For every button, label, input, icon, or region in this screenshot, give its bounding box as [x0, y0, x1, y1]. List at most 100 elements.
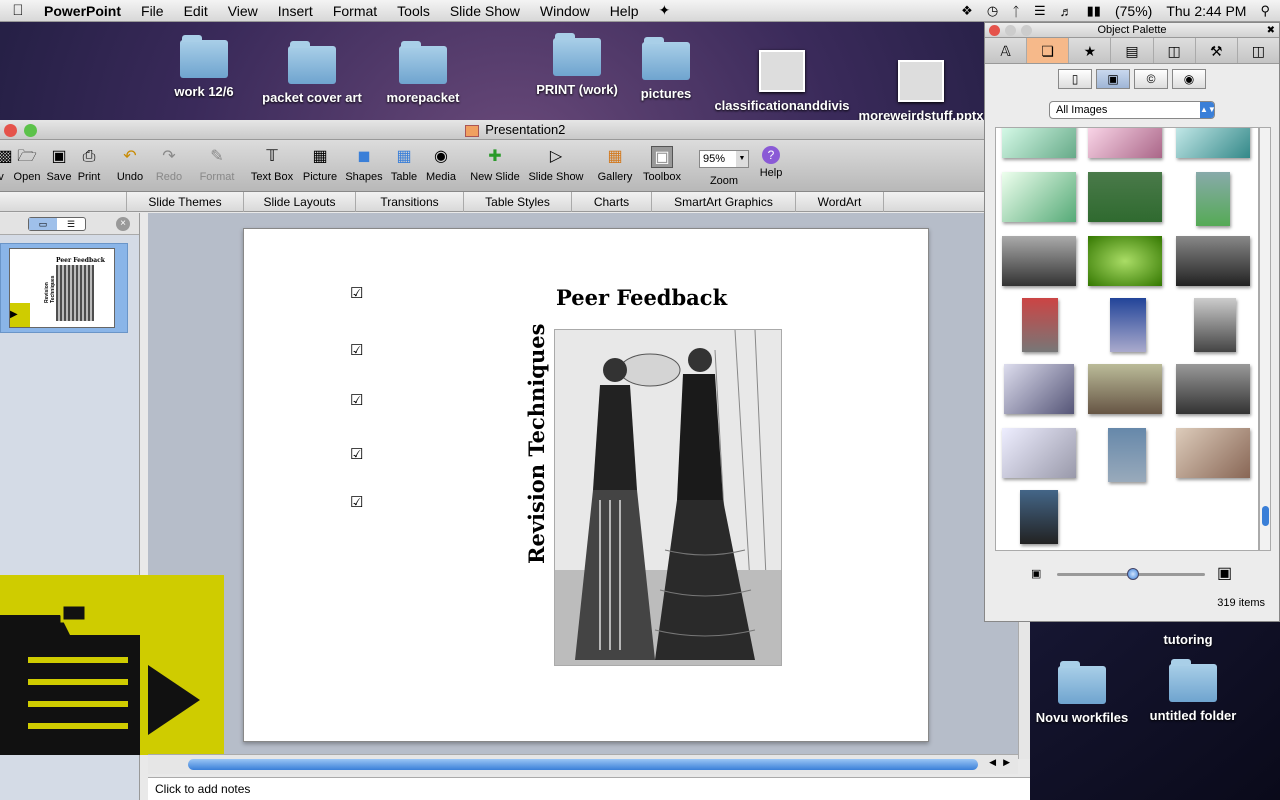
bluetooth-icon[interactable]: ᛏ	[1012, 4, 1020, 19]
new-button[interactable]: ▩ v	[0, 144, 13, 183]
tab-wordart[interactable]: WordArt	[796, 192, 884, 212]
image-gallery-grid[interactable]	[995, 127, 1259, 551]
wifi-icon[interactable]: ☰	[1034, 3, 1046, 19]
symbols-view-button[interactable]: ©	[1134, 69, 1168, 89]
menu-view[interactable]: View	[218, 3, 268, 19]
tab-slide-themes[interactable]: Slide Themes	[126, 192, 244, 212]
slide-show-button[interactable]: ▷ Slide Show	[526, 144, 586, 183]
apple-menu-icon[interactable]: 	[0, 2, 36, 19]
slider-knob[interactable]	[1127, 568, 1139, 580]
scroll-left-arrow-icon[interactable]: ◀	[989, 757, 996, 768]
desktop-folder-morepacket[interactable]: morepacket	[363, 41, 483, 105]
clip-art-thumbnail[interactable]	[1176, 428, 1250, 478]
clock[interactable]: Thu 2:44 PM	[1166, 3, 1246, 19]
slide-canvas[interactable]: ☑ ☑ ☑ ☑ ☑ Peer Feedback Revision Techniq…	[243, 228, 929, 742]
clip-art-thumbnail[interactable]	[1004, 364, 1074, 414]
help-button[interactable]: ? Help	[756, 144, 786, 179]
bullet-checkbox[interactable]: ☑	[350, 445, 363, 463]
slides-view-toggle[interactable]: ▭ ☰	[28, 217, 86, 231]
close-palette-button[interactable]	[989, 25, 1000, 36]
zoom-window-button[interactable]	[24, 124, 37, 137]
shapes-view-button[interactable]: ▯	[1058, 69, 1092, 89]
large-thumbnail-icon[interactable]: ▣	[1217, 563, 1232, 583]
clip-art-thumbnail[interactable]	[1194, 298, 1236, 352]
clip-art-thumbnail[interactable]	[1002, 428, 1076, 478]
tab-formatting-palette[interactable]: 𝔸	[985, 38, 1028, 63]
script-menu-icon[interactable]: ✦	[648, 2, 680, 19]
bullet-checkbox[interactable]: ☑	[350, 284, 363, 302]
media-button[interactable]: ◉ Media	[424, 144, 458, 183]
menu-help[interactable]: Help	[600, 3, 649, 19]
notes-placeholder[interactable]: Click to add notes	[155, 782, 250, 796]
gallery-scrollbar[interactable]	[1259, 127, 1271, 551]
thumbnail-size-slider[interactable]	[1057, 568, 1205, 580]
save-button[interactable]: ▣ Save	[44, 144, 74, 183]
redo-button[interactable]: ↷ Redo	[152, 144, 186, 183]
menu-window[interactable]: Window	[530, 3, 600, 19]
clip-art-thumbnail[interactable]	[1196, 172, 1230, 226]
tab-custom-animation[interactable]: ★	[1069, 38, 1112, 63]
clip-art-thumbnail[interactable]	[1020, 490, 1058, 544]
bullet-checkbox[interactable]: ☑	[350, 493, 363, 511]
clipboard-arrow-clipart[interactable]	[0, 575, 224, 755]
slide-thumbnail[interactable]: Peer Feedback Revision Techniques ▶	[9, 248, 115, 328]
gallery-button[interactable]: ▦ Gallery	[594, 144, 636, 183]
menu-tools[interactable]: Tools	[387, 3, 440, 19]
slide-vertical-text[interactable]: Revision Techniques	[524, 319, 549, 569]
tab-slide-layouts[interactable]: Slide Layouts	[244, 192, 356, 212]
desktop-folder-novu-workfiles[interactable]: Novu workfiles	[1022, 661, 1142, 725]
collapse-palette-icon[interactable]: ✖	[1267, 23, 1275, 38]
tab-smartart-graphics[interactable]: SmartArt Graphics	[652, 192, 796, 212]
clip-art-thumbnail[interactable]	[1002, 236, 1076, 286]
clip-art-thumbnail[interactable]	[1176, 364, 1250, 414]
battery-icon[interactable]: ▮▮	[1087, 3, 1101, 19]
slides-view-icon[interactable]: ▭	[29, 218, 57, 230]
zoom-select[interactable]: 95% ▼	[699, 150, 749, 168]
dropbox-icon[interactable]: ❖	[961, 3, 973, 19]
notes-pane[interactable]: Click to add notes	[148, 777, 1030, 800]
menu-slide-show[interactable]: Slide Show	[440, 3, 530, 19]
volume-icon[interactable]: ♬	[1060, 4, 1073, 19]
minimize-palette-button[interactable]	[1005, 25, 1016, 36]
small-thumbnail-icon[interactable]: ▣	[1031, 567, 1041, 580]
new-slide-button[interactable]: ✚ New Slide	[468, 144, 522, 183]
desktop-folder-untitled[interactable]: untitled folder	[1133, 659, 1253, 723]
clip-art-view-button[interactable]: ▣	[1096, 69, 1130, 89]
menu-edit[interactable]: Edit	[174, 3, 218, 19]
format-painter-button[interactable]: ✎ Format	[196, 144, 238, 183]
tab-transitions[interactable]: Transitions	[356, 192, 464, 212]
text-box-button[interactable]: 𝕋 Text Box	[246, 144, 298, 183]
clip-art-thumbnail[interactable]	[1108, 428, 1146, 482]
image-category-select[interactable]: All Images ▲▼	[1049, 101, 1216, 119]
tab-project-palette[interactable]: ◫	[1238, 38, 1279, 63]
print-button[interactable]: ⎙ Print	[74, 144, 104, 183]
slide-thumbnail-selected[interactable]: Peer Feedback Revision Techniques ▶	[0, 243, 128, 333]
clip-art-thumbnail[interactable]	[1022, 298, 1058, 352]
desktop-folder-work[interactable]: work 12/6	[144, 35, 264, 99]
slide-horizontal-scrollbar[interactable]: ◀ ▶	[148, 754, 1018, 774]
battery-percent[interactable]: (75%)	[1115, 3, 1152, 19]
clip-art-thumbnail[interactable]	[1088, 364, 1162, 414]
tab-scrapbook[interactable]: ▤	[1111, 38, 1154, 63]
photos-view-button[interactable]: ◉	[1172, 69, 1206, 89]
scrollbar-thumb[interactable]	[188, 759, 978, 770]
desktop-doc-moreweirdstuff[interactable]: moreweirdstuff.pptx	[856, 60, 986, 120]
bullet-checkbox[interactable]: ☑	[350, 391, 363, 409]
clip-art-thumbnail[interactable]	[1176, 236, 1250, 286]
spotlight-icon[interactable]: ⚲	[1260, 3, 1270, 19]
desktop-folder-pictures[interactable]: pictures	[606, 37, 726, 101]
tab-table-styles[interactable]: Table Styles	[464, 192, 572, 212]
desktop-label-tutoring[interactable]: tutoring	[1152, 632, 1224, 647]
zoom-control[interactable]: 95% ▼ Zoom	[696, 144, 752, 187]
bullet-checkbox[interactable]: ☑	[350, 341, 363, 359]
picture-button[interactable]: ▦ Picture	[300, 144, 340, 183]
clip-art-thumbnail[interactable]	[1002, 128, 1076, 158]
toolbox-button[interactable]: ▣ Toolbox	[638, 144, 686, 183]
victorian-ladies-illustration[interactable]	[554, 329, 782, 666]
time-machine-icon[interactable]: ◷	[987, 3, 998, 19]
menu-file[interactable]: File	[131, 3, 174, 19]
close-window-button[interactable]	[4, 124, 17, 137]
shapes-button[interactable]: ◼ Shapes	[343, 144, 385, 183]
app-menu[interactable]: PowerPoint	[36, 3, 131, 19]
menu-format[interactable]: Format	[323, 3, 387, 19]
